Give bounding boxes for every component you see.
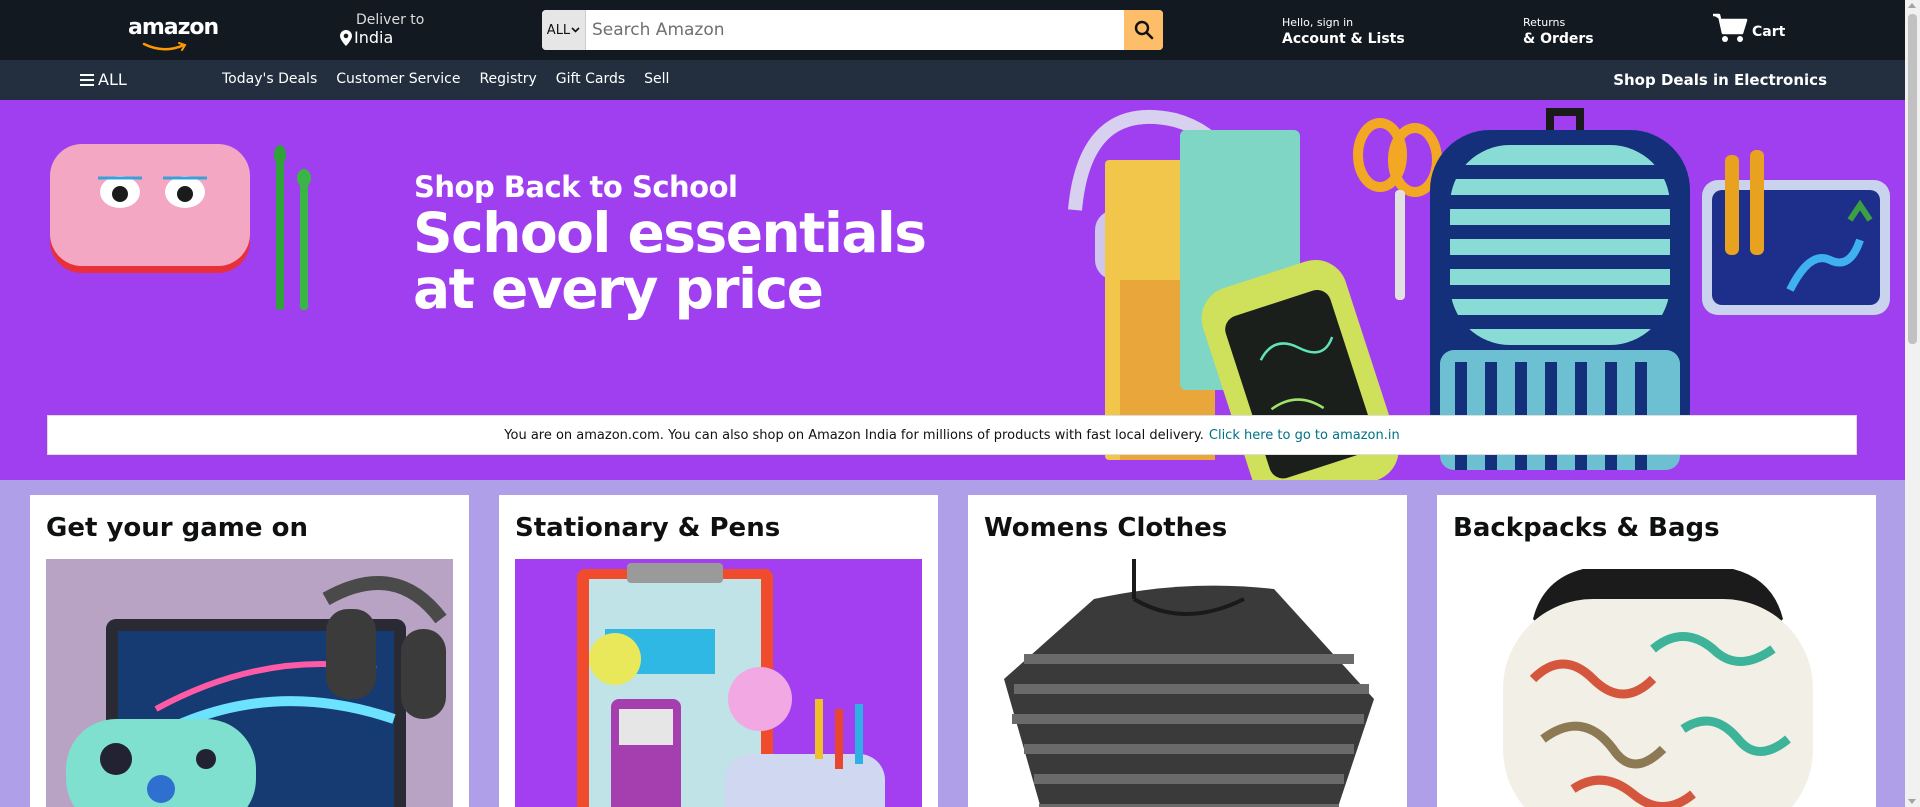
snake-backpack-image — [1453, 559, 1860, 807]
deliver-to-label: Deliver to — [356, 12, 425, 28]
account-and-lists[interactable]: Hello, sign in Account & Lists — [1282, 16, 1405, 48]
deliver-location: India — [354, 28, 394, 47]
card-title: Womens Clothes — [984, 513, 1228, 543]
search-category-select[interactable]: ALL — [542, 10, 586, 50]
card-game[interactable]: Get your game on — [30, 495, 469, 807]
top-navigation-bar: amazon Deliver to India ALL Search Amazo… — [0, 0, 1905, 60]
card-image-stationery[interactable] — [515, 559, 922, 807]
card-stationery[interactable]: Stationary & Pens — [499, 495, 938, 807]
card-title: Get your game on — [46, 513, 308, 543]
striped-top-image — [984, 559, 1391, 807]
returns-and-orders[interactable]: Returns & Orders — [1523, 16, 1594, 48]
scroll-up-arrow-icon[interactable] — [1908, 3, 1916, 8]
all-menu-button[interactable]: ALL — [80, 70, 127, 89]
scissors-image — [1353, 118, 1442, 300]
notice-text: You are on amazon.com. You can also shop… — [504, 427, 1204, 443]
search-bar: ALL — [542, 10, 1163, 50]
search-input[interactable] — [586, 10, 1124, 50]
cart-label: Cart — [1752, 24, 1786, 40]
hero-kicker: Shop Back to School — [414, 170, 738, 204]
nav-link-sell[interactable]: Sell — [644, 71, 669, 87]
card-image-clothes[interactable] — [984, 559, 1391, 807]
card-womens-clothes[interactable]: Womens Clothes — [968, 495, 1407, 807]
card-image-backpacks[interactable] — [1453, 559, 1860, 807]
search-button[interactable] — [1124, 10, 1163, 50]
gaming-setup-image — [46, 559, 453, 807]
lunch-box-image — [1702, 150, 1890, 315]
secondary-navigation-bar: ALL Today's Deals Customer Service Regis… — [0, 60, 1905, 100]
subnav-links: Today's Deals Customer Service Registry … — [222, 71, 669, 87]
card-title: Backpacks & Bags — [1453, 513, 1720, 543]
nav-link-customer-service[interactable]: Customer Service — [336, 71, 460, 87]
shopping-cart-icon — [1713, 13, 1748, 42]
nav-link-todays-deals[interactable]: Today's Deals — [222, 71, 317, 87]
card-backpacks[interactable]: Backpacks & Bags — [1437, 495, 1876, 807]
scrollbar-thumb[interactable] — [1908, 14, 1917, 344]
go-to-amazon-in-link[interactable]: Click here to go to amazon.in — [1209, 428, 1400, 443]
card-image-gaming[interactable] — [46, 559, 453, 807]
chevron-down-icon — [571, 27, 580, 33]
regional-notice-bar: You are on amazon.com. You can also shop… — [47, 415, 1857, 455]
hamburger-menu-icon — [80, 73, 94, 86]
pencil-case-image — [50, 144, 250, 273]
cart-button[interactable]: Cart — [1712, 12, 1785, 44]
amazon-logo[interactable]: amazon — [128, 17, 219, 52]
smile-arrow-icon — [142, 42, 187, 51]
page-scrollbar[interactable] — [1905, 0, 1920, 807]
deliver-to-location[interactable]: Deliver to India — [340, 11, 424, 47]
card-title: Stationary & Pens — [515, 513, 781, 543]
shop-deals-electronics-link[interactable]: Shop Deals in Electronics — [1613, 71, 1827, 89]
search-icon — [1134, 20, 1153, 40]
nav-link-gift-cards[interactable]: Gift Cards — [556, 71, 625, 87]
location-pin-icon — [340, 30, 352, 46]
scroll-down-arrow-icon[interactable] — [1908, 799, 1916, 804]
stationery-image — [515, 559, 922, 807]
hero-title: School essentials at every price — [413, 201, 927, 321]
cactus-pens-image — [274, 145, 311, 310]
nav-link-registry[interactable]: Registry — [479, 71, 536, 87]
